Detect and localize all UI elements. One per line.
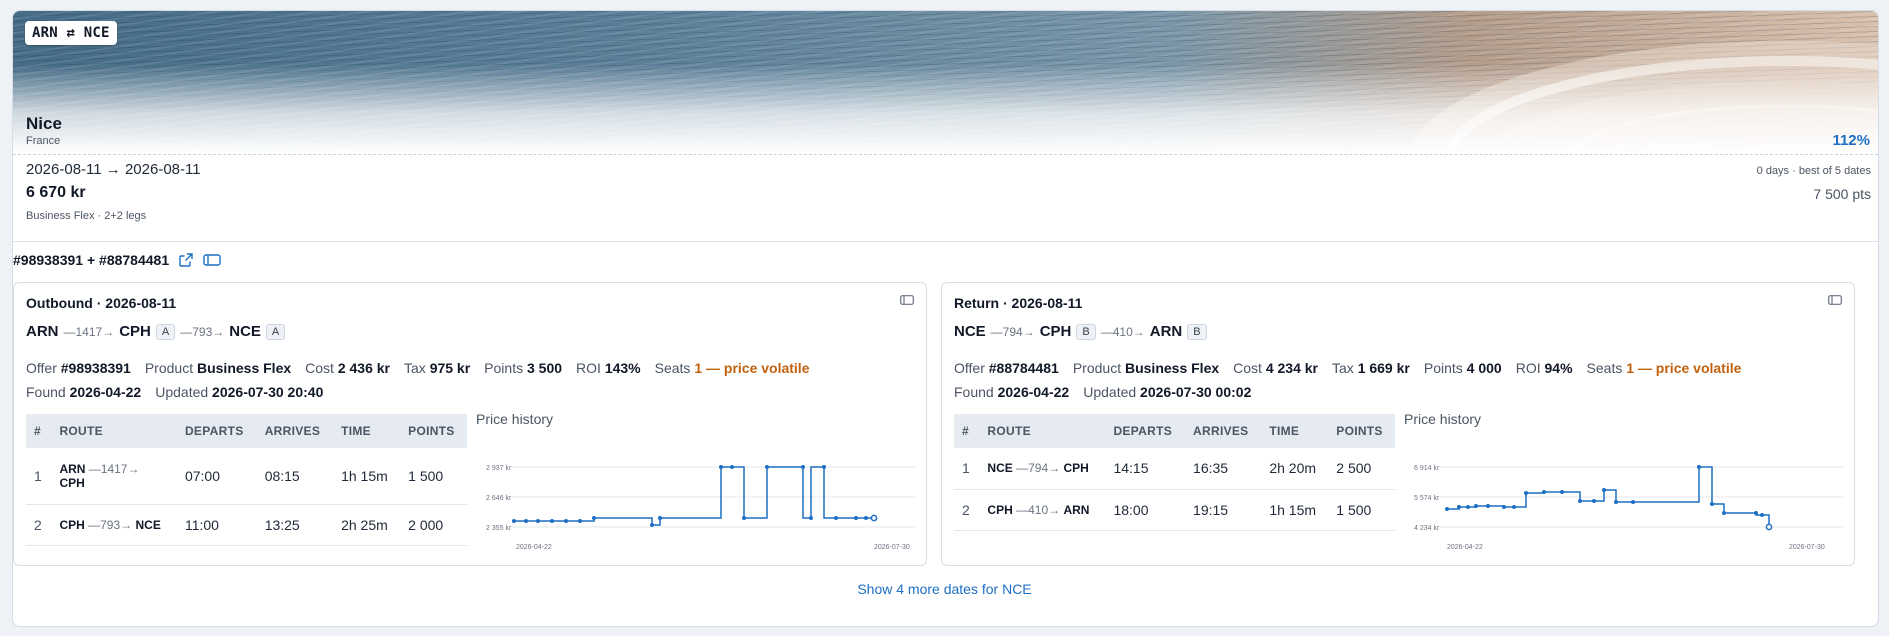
outbound-panel: Outbound · 2026-08-11 ARN —1417→ CPH A —… <box>13 282 927 566</box>
class-badge: A <box>265 323 286 340</box>
external-link-icon[interactable] <box>179 253 193 267</box>
class-badge: B <box>1187 323 1207 340</box>
return-legs-table: # ROUTE DEPARTS ARRIVES TIME POINTS 1 NC… <box>954 414 1395 531</box>
x-tick: 2026-07-30 <box>1789 544 1825 551</box>
outbound-price-chart: 2 937 kr 2 646 kr 2 355 kr 2026-04-22 20… <box>486 465 916 551</box>
destination-country: France <box>26 135 61 147</box>
table-row: 2 CPH —410→ ARN 18:00 19:15 1h 15m 1 500 <box>954 489 1395 531</box>
tax-value: 975 kr <box>429 360 471 376</box>
tax-value: 1 669 kr <box>1357 360 1410 376</box>
roi-value: 143% <box>604 360 641 376</box>
class-badge: B <box>1076 323 1096 340</box>
show-more-link[interactable]: Show 4 more dates for NCE <box>0 581 1889 597</box>
table-row: 1 NCE —794→ CPH 14:15 16:35 2h 20m 2 500 <box>954 448 1395 490</box>
return-price-chart: 6 914 kr 5 574 kr 4 234 kr 2026-04-22 20… <box>1414 465 1844 551</box>
trip-price: 6 670 kr <box>26 184 86 201</box>
offer-number: #98938391 <box>60 360 131 376</box>
panel-toggle-icon[interactable] <box>900 295 914 305</box>
flight-arrow: —410→ <box>1100 324 1145 339</box>
hero-banner: ARN ⇄ NCE Nice France 112% <box>13 11 1878 154</box>
outbound-leg-path: ARN —1417→ CPH A —793→ NCE A <box>26 323 286 340</box>
route-badge: ARN ⇄ NCE <box>25 21 117 45</box>
offer-number: #88784481 <box>988 360 1059 376</box>
offer-ids-row: #98938391 + #88784481 <box>13 252 221 268</box>
class-badge: A <box>155 323 176 340</box>
y-tick: 2 355 kr <box>486 525 512 532</box>
offer-ids: #98938391 + #88784481 <box>13 252 170 268</box>
x-tick: 2026-04-22 <box>1447 544 1483 551</box>
airport-code: CPH <box>119 323 151 340</box>
cost-value: 2 436 kr <box>337 360 390 376</box>
x-tick: 2026-07-30 <box>874 544 910 551</box>
updated-date: 2026-07-30 00:02 <box>1140 384 1252 400</box>
found-date: 2026-04-22 <box>69 384 142 400</box>
airport-code: ARN <box>26 323 59 340</box>
outbound-legs-table: # ROUTE DEPARTS ARRIVES TIME POINTS 1 AR… <box>26 414 467 546</box>
summary: 2026-08-11 → 2026-08-11 6 670 kr Busines… <box>13 154 1878 242</box>
y-tick: 5 574 kr <box>1414 495 1440 502</box>
airport-code: NCE <box>229 323 261 340</box>
airport-code: ARN <box>1149 323 1183 340</box>
found-date: 2026-04-22 <box>997 384 1070 400</box>
card-toggle-icon[interactable] <box>203 254 221 266</box>
flight-arrow: —794→ <box>990 324 1035 339</box>
y-tick: 2 937 kr <box>486 465 512 472</box>
roi-percent: 112% <box>1832 132 1870 149</box>
y-tick: 4 234 kr <box>1414 525 1440 532</box>
y-tick: 6 914 kr <box>1414 465 1440 472</box>
outbound-title: Outbound · 2026-08-11 <box>26 295 177 311</box>
days-info: 0 days · best of 5 dates <box>1756 165 1871 177</box>
y-tick: 2 646 kr <box>486 495 512 502</box>
points-value: 4 000 <box>1466 360 1502 376</box>
roi-value: 94% <box>1544 360 1573 376</box>
product-name: Business Flex <box>1124 360 1220 376</box>
return-title: Return · 2026-08-11 <box>954 295 1083 311</box>
flight-arrow: —793→ <box>180 324 225 339</box>
return-leg-path: NCE —794→ CPH B —410→ ARN B <box>954 323 1207 340</box>
price-history-title: Price history <box>476 411 554 427</box>
panel-toggle-icon[interactable] <box>1828 295 1842 305</box>
product-name: Business Flex <box>196 360 292 376</box>
trip-dates: 2026-08-11 → 2026-08-11 <box>26 161 201 178</box>
return-dates: Found 2026-04-22 Updated 2026-07-30 00:0… <box>954 384 1252 400</box>
cost-value: 4 234 kr <box>1265 360 1318 376</box>
x-tick: 2026-04-22 <box>516 544 552 551</box>
price-history-title: Price history <box>1404 411 1482 427</box>
trip-points: 7 500 pts <box>1813 186 1871 202</box>
airport-code: NCE <box>954 323 986 340</box>
destination-city: Nice <box>26 114 62 133</box>
seats-value: 1 — price volatile <box>694 360 810 376</box>
outbound-meta: Offer #98938391 Product Business Flex Co… <box>26 360 810 376</box>
flight-arrow: —1417→ <box>63 324 115 339</box>
table-row: 1 ARN —1417→ CPH 07:00 08:15 1h 15m 1 500 <box>26 448 467 505</box>
return-meta: Offer #88784481 Product Business Flex Co… <box>954 360 1742 376</box>
airport-code: CPH <box>1039 323 1072 340</box>
trip-subtitle: Business Flex · 2+2 legs <box>26 210 147 222</box>
points-value: 3 500 <box>526 360 563 376</box>
table-row: 2 CPH —793→ NCE 11:00 13:25 2h 25m 2 000 <box>26 504 467 546</box>
seats-value: 1 — price volatile <box>1626 360 1742 376</box>
outbound-dates: Found 2026-04-22 Updated 2026-07-30 20:4… <box>26 384 324 400</box>
updated-date: 2026-07-30 20:40 <box>212 384 324 400</box>
return-panel: Return · 2026-08-11 NCE —794→ CPH B —410… <box>941 282 1855 566</box>
